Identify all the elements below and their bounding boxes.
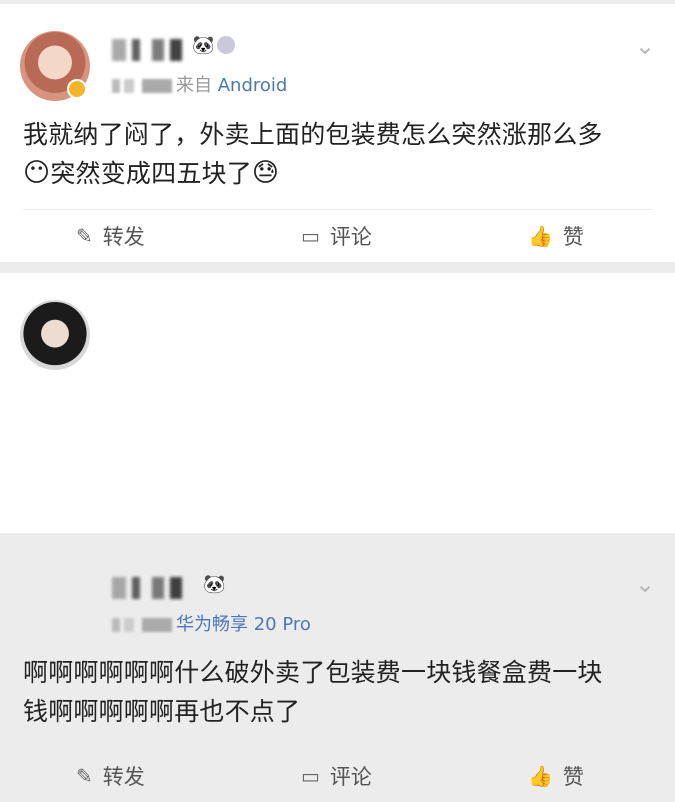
- repost-button[interactable]: ✎ 转发: [76, 210, 145, 262]
- sweat-emoji-icon: 😓: [251, 158, 280, 188]
- edit-share-icon: ✎: [76, 224, 93, 248]
- repost-button[interactable]: ✎ 转发: [76, 750, 145, 802]
- thumbs-up-icon: 👍: [528, 764, 553, 788]
- avatar[interactable]: [20, 300, 90, 370]
- vip-badge: [67, 79, 87, 99]
- speechless-emoji-icon: 😶: [23, 158, 51, 188]
- comment-icon: ▭: [301, 764, 320, 788]
- post-card-2: 🐼 华为畅享 20 Pro ⌄ 啊啊啊啊啊啊什么破外卖了包装费一块钱餐盒费一块 …: [0, 273, 675, 789]
- post-content: 我就纳了闷了，外卖上面的包装费怎么突然涨那么多 😶突然变成四五块了😓: [23, 115, 655, 193]
- blurred-timestamp: [112, 618, 172, 632]
- post-content: 啊啊啊啊啊啊什么破外卖了包装费一块钱餐盒费一块 钱啊啊啊啊啊再也不点了: [23, 658, 603, 726]
- comment-button[interactable]: ▭ 评论: [301, 210, 372, 262]
- post-actions: ✎ 转发 ▭ 评论 👍 赞: [0, 750, 675, 802]
- chevron-down-icon[interactable]: ⌄: [635, 34, 655, 58]
- like-button[interactable]: 👍 赞: [528, 210, 584, 262]
- edit-share-icon: ✎: [76, 764, 93, 788]
- post-actions: ✎ 转发 ▭ 评论 👍 赞: [0, 210, 675, 262]
- blurred-timestamp: [112, 79, 172, 93]
- medal-icon: [217, 36, 235, 54]
- comment-icon: ▭: [301, 224, 320, 248]
- post-source: 华为畅享 20 Pro: [112, 613, 311, 637]
- post-card-1: 🐼 来自 Android ⌄ 我就纳了闷了，外卖上面的包装费怎么突然涨那么多 😶…: [0, 4, 675, 262]
- post-source: 来自 Android: [112, 74, 287, 98]
- blurred-username[interactable]: [112, 577, 182, 599]
- panda-icon: 🐼: [192, 35, 215, 56]
- comment-button[interactable]: ▭ 评论: [301, 750, 372, 802]
- blurred-username[interactable]: [112, 39, 182, 61]
- panda-icon: 🐼: [203, 574, 226, 595]
- chevron-down-icon[interactable]: ⌄: [635, 572, 655, 596]
- thumbs-up-icon: 👍: [528, 224, 553, 248]
- like-button[interactable]: 👍 赞: [528, 750, 584, 802]
